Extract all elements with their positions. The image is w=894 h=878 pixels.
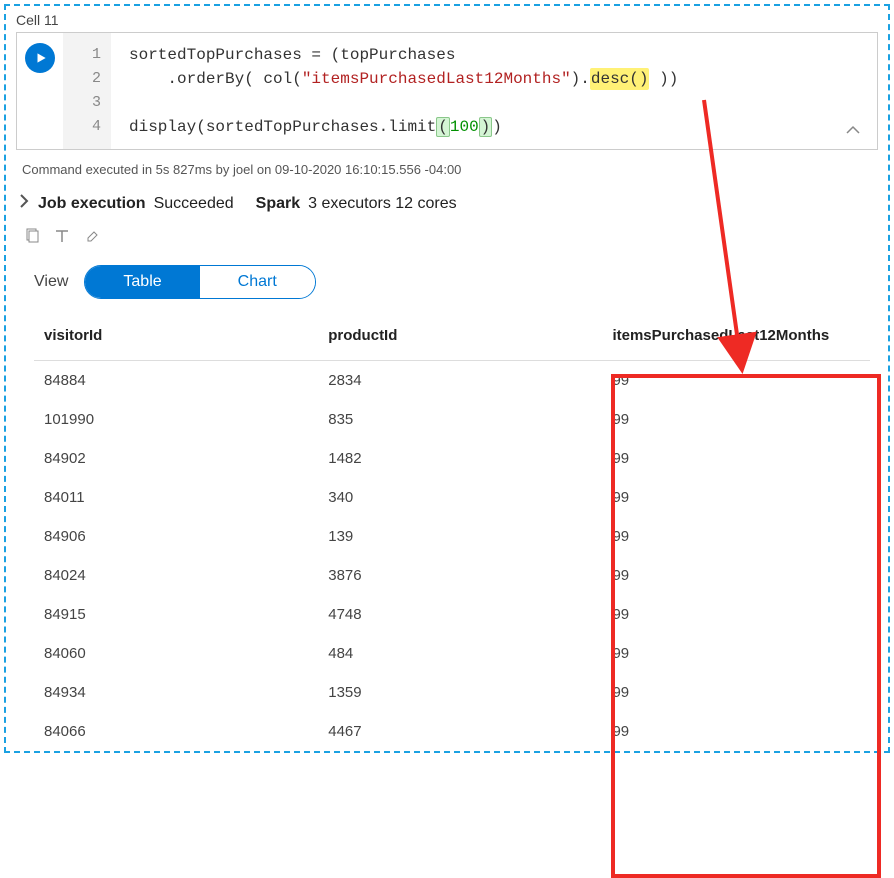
job-status-value: Succeeded xyxy=(154,195,234,213)
table-cell: 101990 xyxy=(34,400,318,439)
table-cell: 835 xyxy=(318,400,602,439)
table-cell: 99 xyxy=(602,556,870,595)
table-row[interactable]: 8406048499 xyxy=(34,634,870,673)
table-cell: 84934 xyxy=(34,673,318,712)
code-string: "itemsPurchasedLast12Months" xyxy=(302,70,571,88)
run-gutter xyxy=(17,33,63,149)
spark-label: Spark xyxy=(256,195,300,213)
table-cell: 1359 xyxy=(318,673,602,712)
matched-paren: ( xyxy=(436,117,450,137)
column-header-productid[interactable]: productId xyxy=(318,311,602,361)
table-cell: 84906 xyxy=(34,517,318,556)
view-toggle: Table Chart xyxy=(84,265,315,299)
table-row[interactable]: 84902148299 xyxy=(34,439,870,478)
cell-body: 1 2 3 4 sortedTopPurchases = (topPurchas… xyxy=(6,32,888,751)
table-cell: 99 xyxy=(602,634,870,673)
code-text: sortedTopPurchases = (topPurchases xyxy=(129,46,455,64)
table-row[interactable]: 84066446799 xyxy=(34,712,870,751)
output-toolbar xyxy=(6,224,888,257)
spark-detail: 3 executors 12 cores xyxy=(308,195,457,213)
line-number: 4 xyxy=(63,115,101,139)
table-row[interactable]: 84024387699 xyxy=(34,556,870,595)
table-body: 8488428349910199083599849021482998401134… xyxy=(34,361,870,752)
code-number: 100 xyxy=(450,118,479,136)
pin-icon[interactable] xyxy=(54,228,70,247)
table-cell: 84011 xyxy=(34,478,318,517)
code-text: .orderBy( col( xyxy=(129,70,302,88)
chevron-up-icon xyxy=(845,124,861,136)
results-area: visitorId productId itemsPurchasedLast12… xyxy=(6,311,888,751)
job-execution-label: Job execution xyxy=(38,195,146,213)
play-icon xyxy=(34,51,48,65)
run-button[interactable] xyxy=(25,43,55,73)
tab-chart[interactable]: Chart xyxy=(200,266,315,298)
chevron-right-icon xyxy=(18,193,30,209)
copy-icon[interactable] xyxy=(24,228,40,247)
table-cell: 99 xyxy=(602,361,870,401)
results-table: visitorId productId itemsPurchasedLast12… xyxy=(34,311,870,751)
table-cell: 2834 xyxy=(318,361,602,401)
tab-table[interactable]: Table xyxy=(85,266,199,298)
highlighted-desc-call: desc() xyxy=(590,68,650,90)
table-cell: 99 xyxy=(602,712,870,751)
table-cell: 1482 xyxy=(318,439,602,478)
table-cell: 484 xyxy=(318,634,602,673)
copy-icon xyxy=(24,228,40,244)
job-execution-row: Job execution Succeeded Spark 3 executor… xyxy=(6,185,888,224)
code-text: )) xyxy=(649,70,678,88)
table-cell: 84915 xyxy=(34,595,318,634)
table-row[interactable]: 84915474899 xyxy=(34,595,870,634)
table-header-row: visitorId productId itemsPurchasedLast12… xyxy=(34,311,870,361)
collapse-output-icon[interactable] xyxy=(845,123,861,139)
matched-paren: ) xyxy=(479,117,493,137)
table-cell: 99 xyxy=(602,400,870,439)
table-cell: 4467 xyxy=(318,712,602,751)
table-row[interactable]: 84934135999 xyxy=(34,673,870,712)
table-cell: 3876 xyxy=(318,556,602,595)
cell-label: Cell 11 xyxy=(6,6,888,32)
code-text: ) xyxy=(492,118,502,136)
table-cell: 84060 xyxy=(34,634,318,673)
execution-status: Command executed in 5s 827ms by joel on … xyxy=(6,150,888,185)
table-cell: 4748 xyxy=(318,595,602,634)
table-cell: 84902 xyxy=(34,439,318,478)
table-row[interactable]: 10199083599 xyxy=(34,400,870,439)
view-toggle-row: View Table Chart xyxy=(6,257,888,311)
line-number: 2 xyxy=(63,67,101,91)
line-number-gutter: 1 2 3 4 xyxy=(63,33,111,149)
code-block: 1 2 3 4 sortedTopPurchases = (topPurchas… xyxy=(16,32,878,150)
erase-icon xyxy=(84,228,100,244)
table-cell: 99 xyxy=(602,439,870,478)
table-cell: 84884 xyxy=(34,361,318,401)
code-editor[interactable]: sortedTopPurchases = (topPurchases .orde… xyxy=(111,33,877,149)
code-text: display(sortedTopPurchases.limit xyxy=(129,118,436,136)
notebook-cell: Cell 11 1 2 3 4 sortedTopPurchases = (to… xyxy=(4,4,890,753)
column-header-itemspurchased[interactable]: itemsPurchasedLast12Months xyxy=(602,311,870,361)
table-row[interactable]: 8490613999 xyxy=(34,517,870,556)
column-header-visitorid[interactable]: visitorId xyxy=(34,311,318,361)
pin-icon xyxy=(54,228,70,244)
expand-job-icon[interactable] xyxy=(18,193,30,214)
table-cell: 99 xyxy=(602,517,870,556)
line-number: 1 xyxy=(63,43,101,67)
table-cell: 84024 xyxy=(34,556,318,595)
table-cell: 340 xyxy=(318,478,602,517)
code-text: ). xyxy=(571,70,590,88)
view-label: View xyxy=(34,273,68,291)
table-row[interactable]: 84884283499 xyxy=(34,361,870,401)
table-cell: 99 xyxy=(602,478,870,517)
table-cell: 99 xyxy=(602,673,870,712)
table-cell: 84066 xyxy=(34,712,318,751)
line-number: 3 xyxy=(63,91,101,115)
table-cell: 139 xyxy=(318,517,602,556)
table-cell: 99 xyxy=(602,595,870,634)
table-row[interactable]: 8401134099 xyxy=(34,478,870,517)
erase-icon[interactable] xyxy=(84,228,100,247)
